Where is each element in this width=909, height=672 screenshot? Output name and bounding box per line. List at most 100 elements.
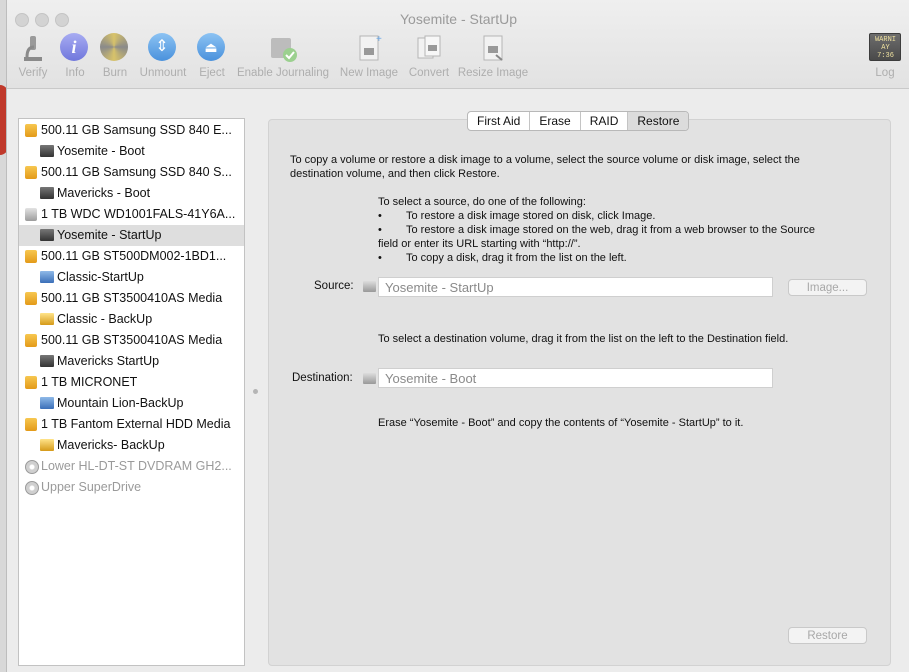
source-volume-icon — [363, 281, 376, 292]
burn-label: Burn — [102, 67, 128, 79]
new-image-label: New Image — [339, 67, 399, 79]
sidebar-disk-item[interactable]: 500.11 GB Samsung SSD 840 E... — [19, 120, 244, 141]
sidebar-disk-item[interactable]: 500.11 GB ST500DM002-1BD1... — [19, 246, 244, 267]
hard-disk-icon — [25, 334, 37, 347]
sidebar-item-label: Mountain Lion-BackUp — [57, 396, 184, 410]
sidebar-item-label: 1 TB WDC WD1001FALS-41Y6A... — [41, 207, 236, 221]
tab-first-aid[interactable]: First Aid — [468, 112, 531, 130]
bullet-2-glyph: • — [378, 224, 382, 236]
enable-journaling-button[interactable]: Enable Journaling — [234, 33, 332, 79]
volume-icon — [40, 439, 54, 451]
tab-restore[interactable]: Restore — [628, 112, 689, 130]
sidebar-volume-item[interactable]: Classic-StartUp — [19, 267, 244, 288]
source-bullet-1: To restore a disk image stored on disk, … — [406, 210, 656, 222]
destination-field[interactable]: Yosemite - Boot — [378, 368, 773, 388]
unmount-icon: ⇕ — [148, 33, 178, 63]
burn-icon — [100, 33, 130, 63]
eject-button[interactable]: ⏏ Eject — [196, 33, 228, 79]
sidebar-item-label: Classic-StartUp — [57, 270, 144, 284]
sidebar-volume-item[interactable]: Mavericks- BackUp — [19, 435, 244, 456]
source-bullet-3: To copy a disk, drag it from the list on… — [406, 252, 627, 264]
sidebar-disk-item[interactable]: 500.11 GB Samsung SSD 840 S... — [19, 162, 244, 183]
log-console-icon: WARNI AY 7:36 — [869, 33, 901, 61]
verify-label: Verify — [18, 67, 48, 79]
sidebar-item-label: Yosemite - StartUp — [57, 228, 162, 242]
hard-disk-icon — [25, 292, 37, 305]
unmount-button[interactable]: ⇕ Unmount — [137, 33, 189, 79]
disk-utility-window: Yosemite - StartUp Verify i Info Burn ⇕ … — [6, 0, 909, 672]
disk-list-sidebar[interactable]: 500.11 GB Samsung SSD 840 E... Yosemite -… — [18, 118, 245, 666]
info-label: Info — [65, 67, 85, 79]
convert-button[interactable]: Convert — [404, 33, 454, 79]
convert-label: Convert — [408, 67, 450, 79]
new-image-button[interactable]: + New Image — [337, 33, 401, 79]
sidebar-volume-item[interactable]: Yosemite - StartUp — [19, 225, 244, 246]
sidebar-item-label: Mavericks StartUp — [57, 354, 160, 368]
log-label: Log — [875, 67, 895, 79]
verify-button[interactable]: Verify — [15, 33, 51, 79]
optical-drive-icon — [25, 481, 39, 495]
resize-image-button[interactable]: Resize Image — [456, 33, 530, 79]
tab-erase[interactable]: Erase — [530, 112, 581, 130]
sidebar-optical-drive-item[interactable]: Upper SuperDrive — [19, 477, 244, 498]
destination-instructions: To select a destination volume, drag it … — [378, 333, 789, 345]
sidebar-item-label: 500.11 GB ST500DM002-1BD1... — [41, 249, 227, 263]
bullet-3-glyph: • — [378, 252, 382, 264]
sidebar-item-label: Mavericks- BackUp — [57, 438, 165, 452]
restore-intro-line1: To copy a volume or restore a disk image… — [290, 154, 800, 166]
sidebar-volume-item[interactable]: Mavericks - Boot — [19, 183, 244, 204]
info-icon: i — [60, 33, 90, 63]
titlebar: Yosemite - StartUp Verify i Info Burn ⇕ … — [7, 0, 909, 89]
volume-icon — [40, 313, 54, 325]
sidebar-item-label: 500.11 GB ST3500410AS Media — [41, 333, 223, 347]
restore-button[interactable]: Restore — [788, 627, 867, 644]
source-field[interactable]: Yosemite - StartUp — [378, 277, 773, 297]
sidebar-volume-item[interactable]: Yosemite - Boot — [19, 141, 244, 162]
sidebar-volume-item[interactable]: Mountain Lion-BackUp — [19, 393, 244, 414]
bullet-1-glyph: • — [378, 210, 382, 222]
source-label: Source: — [314, 280, 354, 292]
sidebar-disk-item[interactable]: 1 TB Fantom External HDD Media — [19, 414, 244, 435]
tab-bar: First Aid Erase RAID Restore — [467, 111, 690, 131]
hard-disk-icon — [25, 250, 37, 263]
svg-text:+: + — [376, 34, 382, 45]
enable-journaling-label: Enable Journaling — [236, 67, 330, 79]
info-button[interactable]: i Info — [59, 33, 91, 79]
hard-disk-icon — [25, 166, 37, 179]
sidebar-volume-item[interactable]: Classic - BackUp — [19, 309, 244, 330]
volume-icon — [40, 271, 54, 283]
sidebar-disk-item[interactable]: 1 TB WDC WD1001FALS-41Y6A... — [19, 204, 244, 225]
sidebar-item-label: 500.11 GB ST3500410AS Media — [41, 291, 223, 305]
optical-drive-icon — [25, 460, 39, 474]
journaling-icon — [268, 33, 298, 63]
volume-icon — [40, 187, 54, 199]
destination-label: Destination: — [292, 372, 353, 384]
tab-raid[interactable]: RAID — [581, 112, 629, 130]
sidebar-item-label: Classic - BackUp — [57, 312, 153, 326]
burn-button[interactable]: Burn — [99, 33, 131, 79]
sidebar-optical-drive-item[interactable]: Lower HL-DT-ST DVDRAM GH2... — [19, 456, 244, 477]
sidebar-item-label: Upper SuperDrive — [41, 480, 142, 494]
microscope-icon — [18, 33, 48, 63]
volume-icon — [40, 145, 54, 157]
restore-summary: Erase “Yosemite - Boot” and copy the con… — [378, 417, 744, 429]
sidebar-item-label: 1 TB MICRONET — [41, 375, 138, 389]
log-button[interactable]: WARNI AY 7:36 Log — [865, 33, 905, 79]
split-view-handle[interactable] — [253, 389, 258, 394]
eject-icon: ⏏ — [197, 33, 227, 63]
sidebar-disk-item[interactable]: 500.11 GB ST3500410AS Media — [19, 288, 244, 309]
sidebar-volume-item[interactable]: Mavericks StartUp — [19, 351, 244, 372]
sidebar-disk-item[interactable]: 500.11 GB ST3500410AS Media — [19, 330, 244, 351]
image-button[interactable]: Image... — [788, 279, 867, 296]
volume-icon — [40, 355, 54, 367]
restore-intro-line2: destination volume, and then click Resto… — [290, 168, 500, 180]
log-icon-text-2: AY 7:36 — [877, 44, 894, 60]
sidebar-item-label: 500.11 GB Samsung SSD 840 S... — [41, 165, 232, 179]
sidebar-disk-item[interactable]: 1 TB MICRONET — [19, 372, 244, 393]
hard-disk-icon — [25, 208, 37, 221]
hard-disk-icon — [25, 376, 37, 389]
sidebar-item-label: Mavericks - Boot — [57, 186, 151, 200]
sidebar-item-label: Lower HL-DT-ST DVDRAM GH2... — [41, 459, 232, 473]
source-bullet-2-line1: To restore a disk image stored on the we… — [406, 224, 816, 236]
new-image-icon: + — [354, 33, 384, 63]
